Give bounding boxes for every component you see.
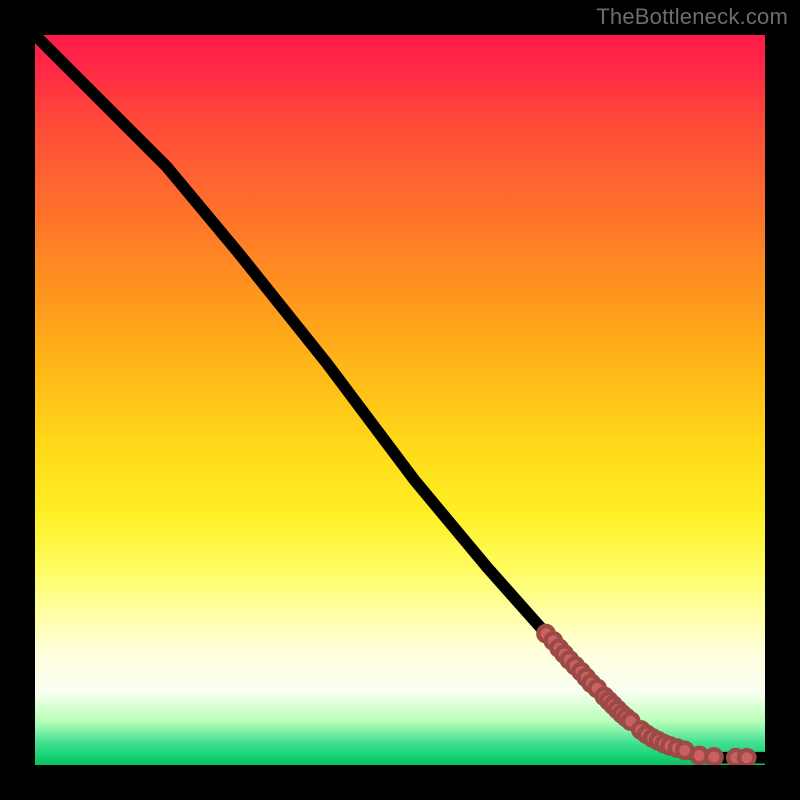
chart-svg (35, 35, 765, 765)
plot-area (35, 35, 765, 765)
curve-line (35, 35, 765, 758)
data-marker (706, 749, 721, 764)
watermark-text: TheBottleneck.com (596, 4, 788, 30)
data-marker (739, 750, 754, 765)
chart-frame: TheBottleneck.com (0, 0, 800, 800)
marker-group (538, 626, 754, 765)
